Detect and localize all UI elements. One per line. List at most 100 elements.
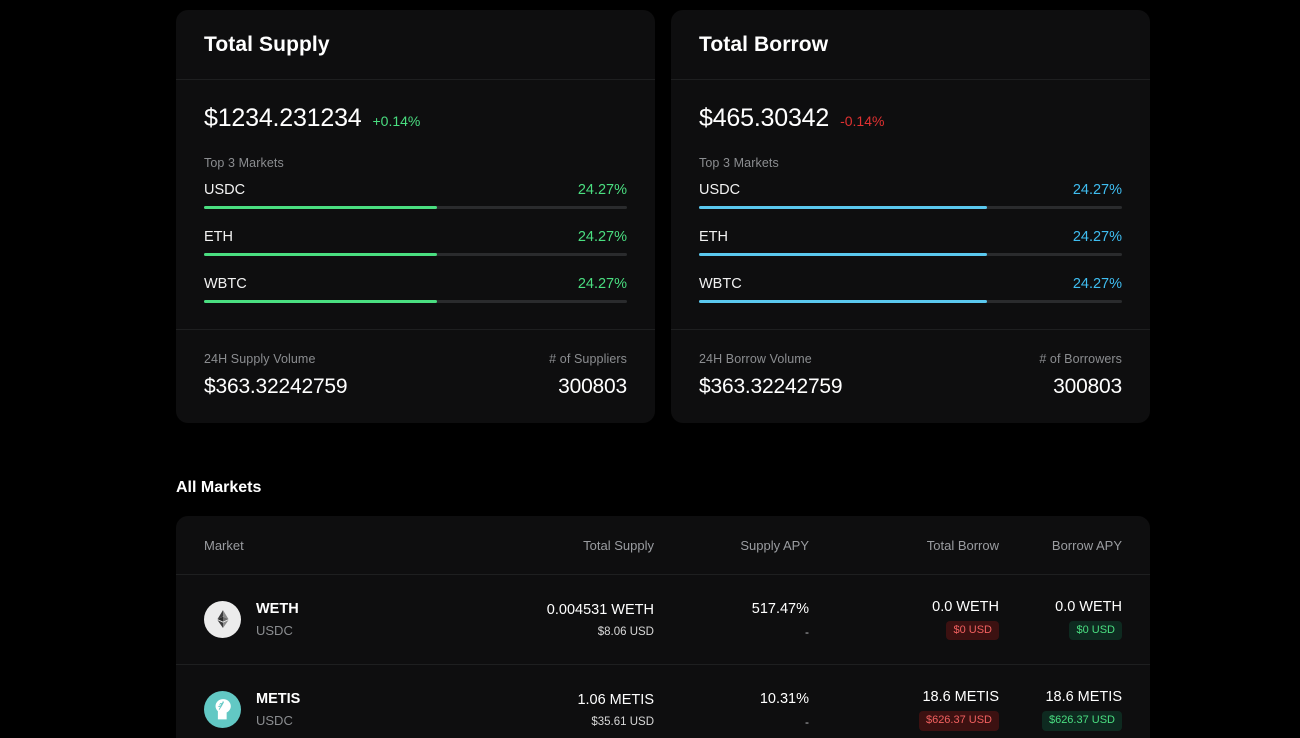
total-borrow-markets-list: USDC 24.27% ETH 24.27% WBTC 24.27% (699, 182, 1122, 303)
all-markets-title: All Markets (176, 479, 262, 496)
suppliers-count-stat: # of Suppliers 300803 (549, 352, 627, 399)
supply-apy-sub: - (805, 715, 809, 729)
market-bar-fill (204, 253, 437, 256)
market-percent: 24.27% (577, 276, 627, 292)
market-item: ETH 24.27% (204, 229, 627, 256)
all-markets-table: Market Total Supply Supply APY Total Bor… (176, 516, 1150, 738)
borrow-volume-label: 24H Borrow Volume (699, 352, 812, 366)
market-line: USDC 24.27% (699, 182, 1122, 198)
market-name: USDC (204, 182, 246, 198)
market-percent: 24.27% (1072, 182, 1122, 198)
market-name: WBTC (699, 276, 742, 292)
market-cell: WETH USDC (204, 600, 474, 639)
market-item: USDC 24.27% (204, 182, 627, 209)
supply-volume-stat: 24H Supply Volume $363.32242759 (204, 352, 348, 399)
market-item: USDC 24.27% (699, 182, 1122, 209)
table-header-row: Market Total Supply Supply APY Total Bor… (176, 516, 1150, 575)
total-supply-card-body: $1234.231234 +0.14% Top 3 Markets USDC 2… (176, 80, 655, 303)
total-supply-top-markets-label: Top 3 Markets (204, 156, 284, 170)
metis-icon (204, 691, 241, 729)
total-supply-cell: 1.06 METIS $35.61 USD (474, 692, 654, 728)
total-borrow-amount: 0.0 WETH (932, 598, 999, 615)
market-bar-track (699, 206, 1122, 209)
supply-apy-cell: 517.47% - (654, 601, 809, 639)
market-bar-fill (699, 206, 987, 209)
total-supply-title: Total Supply (204, 32, 330, 56)
total-supply-delta: +0.14% (372, 113, 421, 129)
suppliers-count-value: 300803 (558, 375, 627, 398)
table-row[interactable]: METIS USDC 1.06 METIS $35.61 USD 10.31% … (176, 665, 1150, 738)
supply-volume-label: 24H Supply Volume (204, 352, 316, 366)
total-borrow-value: $465.30342 (699, 104, 830, 132)
borrow-volume-value: $363.32242759 (699, 375, 843, 398)
market-cell: METIS USDC (204, 690, 474, 729)
coin-names: WETH USDC (256, 600, 299, 639)
total-borrow-usd-badge: $626.37 USD (918, 711, 999, 731)
summary-cards-row: Total Supply $1234.231234 +0.14% Top 3 M… (176, 10, 1150, 423)
supply-apy-sub: - (805, 624, 809, 639)
market-bar-fill (204, 206, 437, 209)
total-supply-value: $1234.231234 (204, 104, 362, 132)
market-bar-track (204, 206, 627, 209)
column-header-market[interactable]: Market (204, 538, 474, 553)
borrow-apy-usd-badge: $626.37 USD (1041, 711, 1122, 731)
total-supply-card: Total Supply $1234.231234 +0.14% Top 3 M… (176, 10, 655, 423)
market-line: ETH 24.27% (204, 229, 627, 245)
total-borrow-card-header: Total Borrow (671, 10, 1150, 80)
market-item: WBTC 24.27% (699, 276, 1122, 303)
market-percent: 24.27% (577, 229, 627, 245)
coin-collateral: USDC (256, 622, 293, 638)
market-bar-track (699, 253, 1122, 256)
column-header-total-borrow[interactable]: Total Borrow (809, 538, 999, 553)
total-supply-usd: $8.06 USD (597, 625, 654, 638)
total-borrow-top-markets-label: Top 3 Markets (699, 156, 779, 170)
market-percent: 24.27% (577, 182, 627, 198)
suppliers-count-label: # of Suppliers (549, 352, 627, 366)
market-bar-fill (699, 253, 987, 256)
total-borrow-card-footer: 24H Borrow Volume $363.32242759 # of Bor… (671, 329, 1150, 423)
total-borrow-delta: -0.14% (840, 113, 885, 129)
borrow-apy-amount: 0.0 WETH (1055, 598, 1122, 615)
market-line: ETH 24.27% (699, 229, 1122, 245)
column-header-total-supply[interactable]: Total Supply (474, 538, 654, 553)
market-name: USDC (699, 182, 741, 198)
supply-apy-cell: 10.31% - (654, 691, 809, 729)
total-supply-amount: 1.06 METIS (577, 692, 654, 708)
coin-symbol: WETH (256, 600, 299, 617)
market-percent: 24.27% (1072, 276, 1122, 292)
borrow-apy-cell: 0.0 WETH $0 USD (999, 599, 1122, 641)
total-supply-markets-list: USDC 24.27% ETH 24.27% WBTC 24.27% (204, 182, 627, 303)
coin-names: METIS USDC (256, 690, 300, 729)
borrowers-count-stat: # of Borrowers 300803 (1039, 352, 1122, 399)
market-bar-track (204, 300, 627, 303)
total-borrow-cell: 18.6 METIS $626.37 USD (809, 689, 999, 731)
dashboard-page: Total Supply $1234.231234 +0.14% Top 3 M… (0, 0, 1300, 738)
total-borrow-amount: 18.6 METIS (922, 689, 999, 706)
column-header-supply-apy[interactable]: Supply APY (654, 538, 809, 553)
borrowers-count-label: # of Borrowers (1039, 352, 1122, 366)
market-percent: 24.27% (1072, 229, 1122, 245)
borrow-apy-amount: 18.6 METIS (1045, 689, 1122, 706)
column-header-borrow-apy[interactable]: Borrow APY (999, 538, 1122, 553)
market-bar-track (204, 253, 627, 256)
market-line: WBTC 24.27% (699, 276, 1122, 292)
total-borrow-card: Total Borrow $465.30342 -0.14% Top 3 Mar… (671, 10, 1150, 423)
market-name: ETH (204, 229, 233, 245)
total-borrow-usd-badge: $0 USD (946, 620, 999, 641)
supply-apy-value: 10.31% (759, 691, 809, 707)
total-borrow-value-row: $465.30342 -0.14% (699, 104, 1122, 133)
market-name: ETH (699, 229, 728, 245)
market-item: WBTC 24.27% (204, 276, 627, 303)
borrow-volume-stat: 24H Borrow Volume $363.32242759 (699, 352, 843, 399)
total-supply-cell: 0.004531 WETH $8.06 USD (474, 602, 654, 638)
market-bar-track (699, 300, 1122, 303)
total-supply-card-footer: 24H Supply Volume $363.32242759 # of Sup… (176, 329, 655, 423)
market-item: ETH 24.27% (699, 229, 1122, 256)
total-supply-card-header: Total Supply (176, 10, 655, 80)
borrowers-count-value: 300803 (1053, 375, 1122, 398)
total-borrow-cell: 0.0 WETH $0 USD (809, 599, 999, 641)
borrow-apy-usd-badge: $0 USD (1069, 620, 1122, 641)
table-row[interactable]: WETH USDC 0.004531 WETH $8.06 USD 517.47… (176, 575, 1150, 665)
total-supply-value-row: $1234.231234 +0.14% (204, 104, 627, 133)
total-borrow-card-body: $465.30342 -0.14% Top 3 Markets USDC 24.… (671, 80, 1150, 303)
